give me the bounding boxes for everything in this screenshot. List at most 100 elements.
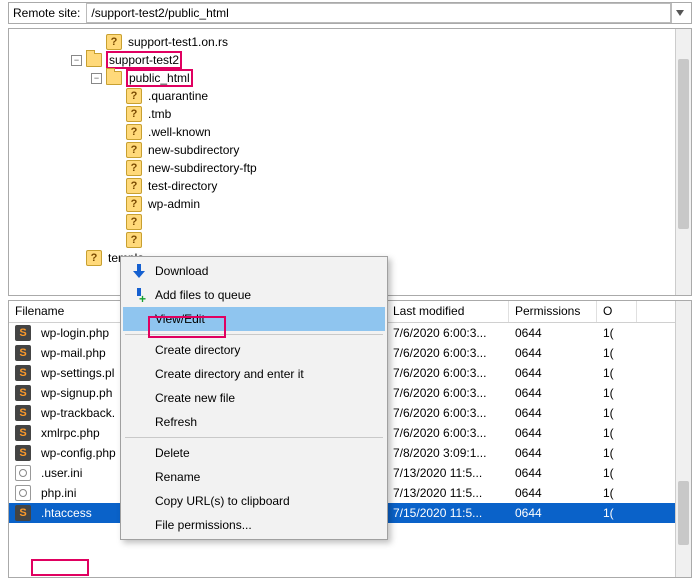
source-file-icon	[15, 325, 31, 341]
source-file-icon	[15, 345, 31, 361]
tree-node-label: test-directory	[146, 179, 219, 193]
remote-path-input[interactable]: /support-test2/public_html	[86, 3, 671, 23]
file-perm: 0644	[509, 406, 597, 420]
col-last-modified[interactable]: Last modified	[387, 301, 509, 322]
tree-node[interactable]: new-subdirectory	[15, 141, 691, 159]
menu-item-create-new-file[interactable]: Create new file	[123, 386, 385, 410]
tree-node[interactable]: .well-known	[15, 123, 691, 141]
menu-item-copy-url-s-to-clipboard[interactable]: Copy URL(s) to clipboard	[123, 489, 385, 513]
menu-item-download[interactable]: Download	[123, 259, 385, 283]
menu-item-label: Create directory	[155, 343, 240, 357]
col-permissions[interactable]: Permissions	[509, 301, 597, 322]
file-perm: 0644	[509, 386, 597, 400]
menu-item-file-permissions[interactable]: File permissions...	[123, 513, 385, 537]
tree-node-label: new-subdirectory	[146, 143, 241, 157]
source-file-icon	[15, 425, 31, 441]
unknown-folder-icon	[106, 34, 122, 50]
file-perm: 0644	[509, 366, 597, 380]
tree-node-label: .well-known	[146, 125, 213, 139]
file-perm: 0644	[509, 346, 597, 360]
tree-node[interactable]	[15, 231, 691, 249]
files-scrollbar-vertical[interactable]	[675, 301, 691, 577]
download-icon	[131, 263, 147, 279]
unknown-folder-icon	[126, 178, 142, 194]
file-owner: 1(	[597, 406, 637, 420]
menu-item-label: Add files to queue	[155, 288, 251, 302]
source-file-icon	[15, 365, 31, 381]
menu-item-label: Create new file	[155, 391, 235, 405]
tree-expander	[111, 91, 122, 102]
menu-item-refresh[interactable]: Refresh	[123, 410, 385, 434]
file-owner: 1(	[597, 386, 637, 400]
menu-item-view-edit[interactable]: View/Edit	[123, 307, 385, 331]
menu-item-create-directory[interactable]: Create directory	[123, 338, 385, 362]
tree-node-label: .tmb	[146, 107, 173, 121]
file-date: 7/13/2020 11:5...	[387, 486, 509, 500]
menu-item-label: Rename	[155, 470, 200, 484]
menu-item-label: Delete	[155, 446, 190, 460]
unknown-folder-icon	[126, 88, 142, 104]
remote-path-dropdown[interactable]	[671, 3, 687, 23]
tree-node[interactable]	[15, 213, 691, 231]
tree-node[interactable]: .tmb	[15, 105, 691, 123]
remote-tree[interactable]: support-test1.on.rs−support-test2−public…	[9, 29, 691, 271]
file-date: 7/6/2020 6:00:3...	[387, 366, 509, 380]
tree-node[interactable]: new-subdirectory-ftp	[15, 159, 691, 177]
add-queue-icon	[131, 287, 147, 303]
tree-node[interactable]: − public_html	[15, 69, 691, 87]
source-file-icon	[15, 385, 31, 401]
file-owner: 1(	[597, 426, 637, 440]
tree-expander[interactable]: −	[71, 55, 82, 66]
menu-item-add-files-to-queue[interactable]: Add files to queue	[123, 283, 385, 307]
unknown-folder-icon	[126, 142, 142, 158]
tree-node-label: support-test2	[106, 51, 182, 69]
tree-node[interactable]: .quarantine	[15, 87, 691, 105]
menu-item-rename[interactable]: Rename	[123, 465, 385, 489]
menu-item-label: Download	[155, 264, 208, 278]
file-owner: 1(	[597, 446, 637, 460]
file-perm: 0644	[509, 426, 597, 440]
tree-expander	[71, 253, 82, 264]
menu-item-label: Create directory and enter it	[155, 367, 304, 381]
file-perm: 0644	[509, 466, 597, 480]
tree-scrollbar-vertical[interactable]	[675, 29, 691, 295]
tree-node[interactable]: test-directory	[15, 177, 691, 195]
unknown-folder-icon	[126, 160, 142, 176]
tree-node-label: public_html	[126, 69, 193, 87]
menu-item-delete[interactable]: Delete	[123, 441, 385, 465]
unknown-folder-icon	[126, 232, 142, 248]
chevron-down-icon	[676, 10, 684, 16]
file-date: 7/6/2020 6:00:3...	[387, 326, 509, 340]
remote-path-bar: Remote site: /support-test2/public_html	[8, 2, 692, 24]
file-owner: 1(	[597, 366, 637, 380]
tree-node[interactable]: − support-test2	[15, 51, 691, 69]
menu-item-label: View/Edit	[155, 312, 205, 326]
source-file-icon	[15, 505, 31, 521]
unknown-folder-icon	[126, 124, 142, 140]
remote-path-value: /support-test2/public_html	[91, 6, 228, 20]
folder-icon	[106, 71, 122, 85]
tree-expander[interactable]: −	[91, 73, 102, 84]
menu-item-create-directory-and-enter-it[interactable]: Create directory and enter it	[123, 362, 385, 386]
file-date: 7/15/2020 11:5...	[387, 506, 509, 520]
file-date: 7/6/2020 6:00:3...	[387, 426, 509, 440]
file-date: 7/13/2020 11:5...	[387, 466, 509, 480]
col-owner[interactable]: O	[597, 301, 637, 322]
tree-node[interactable]: support-test1.on.rs	[15, 33, 691, 51]
context-menu: Download Add files to queue View/Edit Creat…	[120, 256, 388, 540]
tree-node-label: .quarantine	[146, 89, 210, 103]
tree-node[interactable]: wp-admin	[15, 195, 691, 213]
source-file-icon	[15, 445, 31, 461]
file-owner: 1(	[597, 486, 637, 500]
unknown-folder-icon	[126, 214, 142, 230]
tree-node-label: support-test1.on.rs	[126, 35, 230, 49]
tree-expander	[111, 199, 122, 210]
menu-separator	[125, 437, 383, 438]
tree-node-label: new-subdirectory-ftp	[146, 161, 259, 175]
tree-expander	[111, 145, 122, 156]
unknown-folder-icon	[86, 250, 102, 266]
tree-node-label: wp-admin	[146, 197, 202, 211]
source-file-icon	[15, 405, 31, 421]
file-owner: 1(	[597, 466, 637, 480]
tree-expander	[111, 109, 122, 120]
